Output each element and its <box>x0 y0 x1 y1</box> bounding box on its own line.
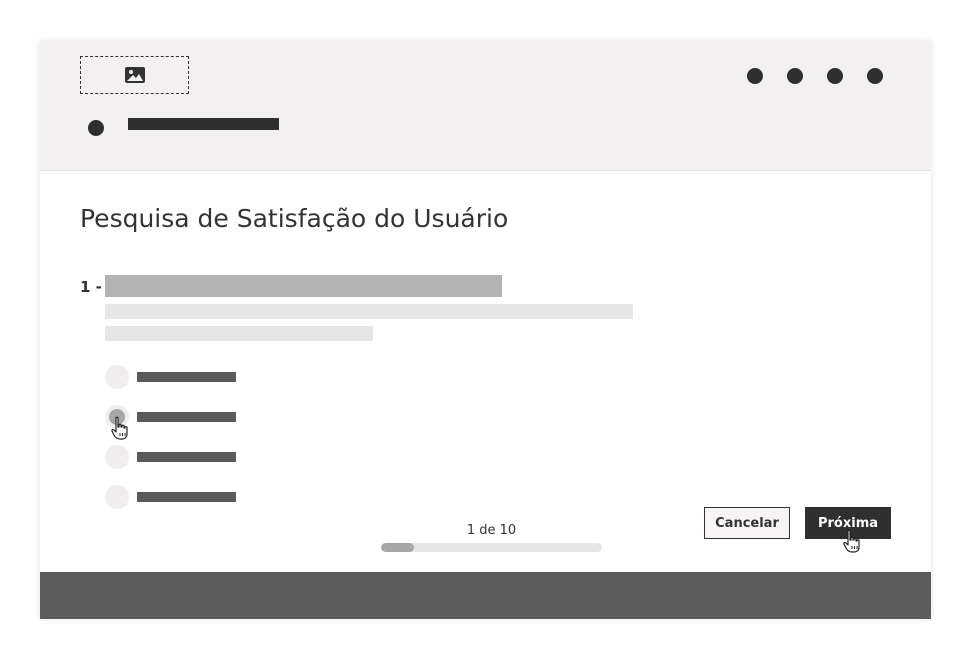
survey-window: Pesquisa de Satisfação do Usuário 1 - 1 … <box>40 41 931 619</box>
option-label-placeholder <box>137 372 236 382</box>
option-label-placeholder <box>137 452 236 462</box>
radio-button[interactable] <box>105 405 129 429</box>
option-label-placeholder <box>137 412 236 422</box>
radio-button[interactable] <box>105 365 129 389</box>
progress-text: 1 de 10 <box>466 523 517 538</box>
logo-placeholder <box>80 56 189 94</box>
question-number: 1 - <box>80 278 102 296</box>
question-description-placeholder <box>105 326 373 341</box>
page-title: Pesquisa de Satisfação do Usuário <box>80 204 509 233</box>
question-description-placeholder <box>105 304 633 319</box>
header-menu <box>747 68 883 84</box>
cancel-button[interactable]: Cancelar <box>704 507 790 539</box>
menu-dot-icon[interactable] <box>867 68 883 84</box>
header <box>40 41 931 171</box>
menu-dot-icon[interactable] <box>747 68 763 84</box>
menu-dot-icon[interactable] <box>787 68 803 84</box>
user-name-placeholder <box>128 118 279 130</box>
next-button[interactable]: Próxima <box>805 507 891 539</box>
radio-button[interactable] <box>105 445 129 469</box>
radio-button[interactable] <box>105 485 129 509</box>
answer-option[interactable] <box>105 405 245 429</box>
answer-option[interactable] <box>105 445 245 469</box>
image-icon <box>124 67 145 83</box>
menu-dot-icon[interactable] <box>827 68 843 84</box>
progress-bar-fill <box>381 543 415 552</box>
user-avatar <box>88 120 104 136</box>
progress-bar <box>381 543 602 552</box>
answer-option[interactable] <box>105 365 245 389</box>
option-label-placeholder <box>137 492 236 502</box>
answer-option[interactable] <box>105 485 245 509</box>
footer <box>40 572 931 619</box>
question-title-placeholder <box>105 275 502 297</box>
